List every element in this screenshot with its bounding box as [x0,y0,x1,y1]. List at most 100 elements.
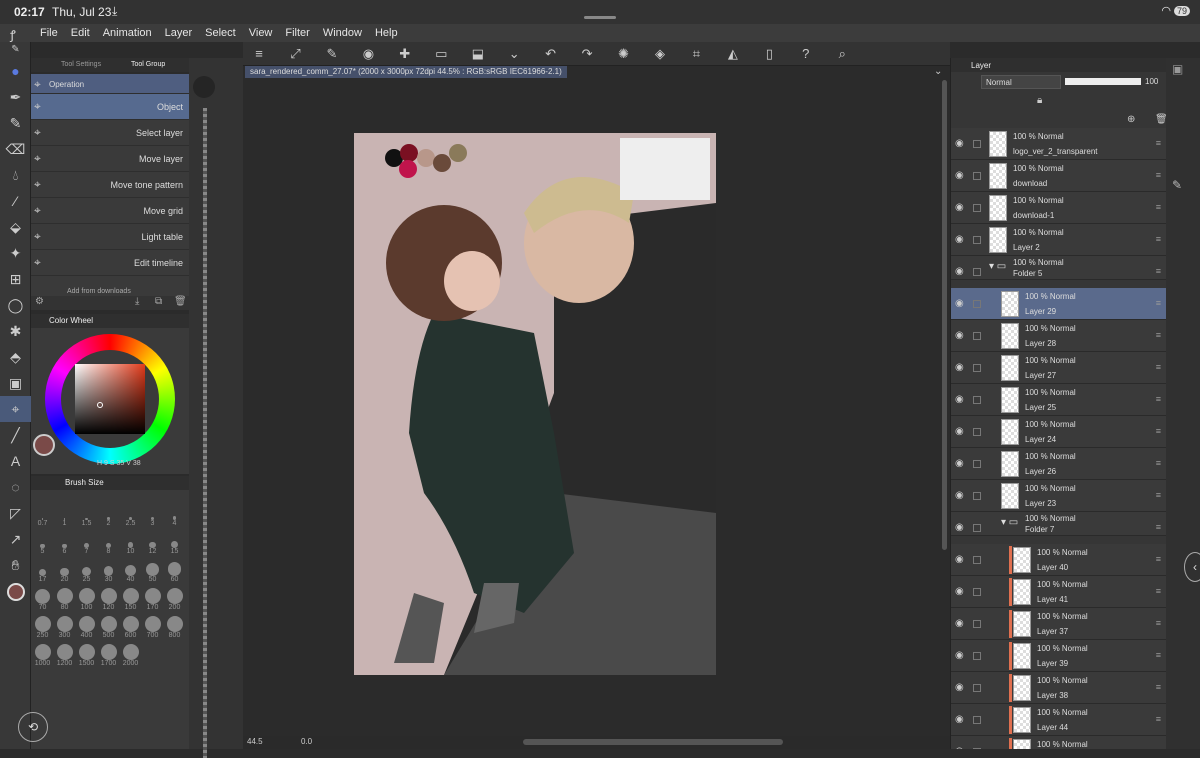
brush-size-option[interactable]: 8 [98,532,119,558]
layer-checkbox[interactable] [973,332,981,340]
brush-size-option[interactable]: 10 [120,532,141,558]
zoom-value[interactable]: 44.5 [247,737,263,746]
fill-icon[interactable]: ◈ [648,44,672,64]
brush-size-option[interactable]: 1 [54,504,75,530]
brush-size-option[interactable]: 300 [54,616,75,642]
trash-icon[interactable]: 🗑︎ [174,296,187,307]
sparkle-tool-icon[interactable]: ✦ [0,240,31,266]
save-icon[interactable]: ⬓ [466,44,490,64]
layer-checkbox[interactable] [973,556,981,564]
layer-checkbox[interactable] [973,492,981,500]
color-cursor[interactable] [97,402,103,408]
brush-size-option[interactable]: 0.7 [32,504,53,530]
hand-tool-icon[interactable]: ✋︎ [0,552,31,578]
layer-menu-icon[interactable]: ≡ [1156,170,1161,180]
panel-icon[interactable]: ▣ [1172,62,1183,76]
magic-wand-icon[interactable]: ✱ [0,318,31,344]
brush-size-option[interactable]: 150 [120,588,141,614]
multitask-handle[interactable] [584,16,616,19]
layer-menu-icon[interactable]: ≡ [1156,426,1161,436]
folder-icon[interactable]: ▾ ▭ [1001,517,1018,528]
layer-row[interactable]: ◉ 100 % Normal Layer 24 ≡ [951,416,1167,448]
subtool-item[interactable]: ⌖ Light table [31,224,189,250]
layer-menu-icon[interactable]: ≡ [1156,138,1161,148]
brush-size-option[interactable]: 600 [120,616,141,642]
eye-icon[interactable]: ◉ [955,490,964,501]
layer-checkbox[interactable] [973,364,981,372]
brush-size-option[interactable]: 120 [98,588,119,614]
brush-size-option[interactable]: 50 [142,560,163,586]
layer-menu-icon[interactable]: ≡ [1156,490,1161,500]
layer-checkbox[interactable] [973,620,981,628]
brush-size-option[interactable]: 1700 [98,644,119,670]
quick-access-icon[interactable]: ✎ [320,44,344,64]
eye-icon[interactable]: ◉ [955,618,964,629]
layer-row[interactable]: ◉ 100 % Normal Layer 37 ≡ [951,608,1167,640]
brush-size-option[interactable]: 1200 [54,644,75,670]
brush-size-option[interactable]: 100 [76,588,97,614]
layer-row[interactable]: ◉100 % NormalLayer 43≡ [951,736,1167,749]
brush-size-option[interactable]: 4 [164,504,185,530]
eye-icon[interactable]: ◉ [955,234,964,245]
brush-size-option[interactable]: 1.5 [76,504,97,530]
menu-item-select[interactable]: Select [205,27,236,39]
brush-size-option[interactable]: 1000 [32,644,53,670]
brush-size-option[interactable]: 2000 [120,644,141,670]
brush-size-option[interactable]: 3 [142,504,163,530]
brush-size-option[interactable]: 30 [98,560,119,586]
current-color-swatch[interactable] [33,434,55,456]
fill-tool-icon[interactable]: ⬙ [0,214,31,240]
layer-row[interactable]: ◉ 100 % Normal Layer 38 ≡ [951,672,1167,704]
layer-checkbox[interactable] [973,428,981,436]
layer-menu-icon[interactable]: ≡ [1156,682,1161,692]
open-icon[interactable]: ▭ [429,44,453,64]
layer-row[interactable]: ◉ 100 % Normal Layer 2 ≡ [951,224,1167,256]
color-slider[interactable] [203,108,207,758]
pen-tool-icon[interactable]: ✎ [0,110,31,136]
layer-menu-icon[interactable]: ≡ [1156,714,1161,724]
duplicate-icon[interactable]: ⧉ [155,296,162,307]
chevron-down-icon[interactable]: ⌄ [934,66,942,77]
new-layer-icon[interactable]: ⊕ [1127,114,1135,125]
phone-icon[interactable]: ▯ [757,44,781,64]
lock-icon[interactable]: 🔒︎ [1037,95,1042,106]
balloon-tool-icon[interactable]: ◌ [0,474,31,500]
layer-menu-icon[interactable]: ≡ [1156,554,1161,564]
layer-folder-row[interactable]: ◉ ▾ ▭ 100 % Normal Folder 5 ≡ [951,256,1167,280]
layer-checkbox[interactable] [973,524,981,532]
artwork-canvas[interactable] [354,133,716,675]
menu-item-layer[interactable]: Layer [165,27,193,39]
eye-icon[interactable]: ◉ [955,554,964,565]
eyedropper-tool-icon[interactable]: ⁄ [0,188,31,214]
tab-tool-settings[interactable]: Tool Settings [61,61,101,68]
settings-icon[interactable]: ⚙ [35,296,44,307]
layer-checkbox[interactable] [973,716,981,724]
operation-header[interactable]: ⌖ Operation [31,74,189,94]
layer-menu-icon[interactable]: ≡ [1156,266,1161,276]
layer-menu-icon[interactable]: ≡ [1156,618,1161,628]
brush-size-option[interactable]: 400 [76,616,97,642]
layer-row[interactable]: ◉ 100 % Normal Layer 41 ≡ [951,576,1167,608]
menu-item-help[interactable]: Help [375,27,398,39]
folder-icon[interactable]: ▾ ▭ [989,261,1006,272]
layer-row[interactable]: ◉ 100 % Normal logo_ver_2_transparent ≡ [951,128,1167,160]
chevron-down-icon[interactable]: ⌄ [502,44,526,64]
redo-icon[interactable]: ↷ [575,44,599,64]
zoom-tool-icon[interactable]: ● [0,58,31,84]
fit-icon[interactable]: ⤢ [283,44,307,64]
collapse-panel-icon[interactable]: ‹ [1184,552,1200,582]
layer-folder-row[interactable]: ◉ ▾ ▭ 100 % Normal Folder 7 ≡ [951,512,1167,536]
gradient-tool-icon[interactable]: ▣ [0,370,31,396]
layer-row[interactable]: ◉ 100 % Normal Layer 40 ≡ [951,544,1167,576]
eye-icon[interactable]: ◉ [955,170,964,181]
crop-icon[interactable]: ⌗ [684,44,708,64]
eye-icon[interactable]: ◉ [955,202,964,213]
layer-menu-icon[interactable]: ≡ [1156,586,1161,596]
subtool-item[interactable]: ⌖ Edit timeline [31,250,189,276]
eraser-tool-icon[interactable]: ⌫ [0,136,31,162]
menu-item-file[interactable]: File [40,27,58,39]
menu-item-animation[interactable]: Animation [103,27,152,39]
line-tool-icon[interactable]: ╱ [0,422,31,448]
layer-menu-icon[interactable]: ≡ [1156,330,1161,340]
correct-line-icon[interactable]: ↗ [0,526,31,552]
